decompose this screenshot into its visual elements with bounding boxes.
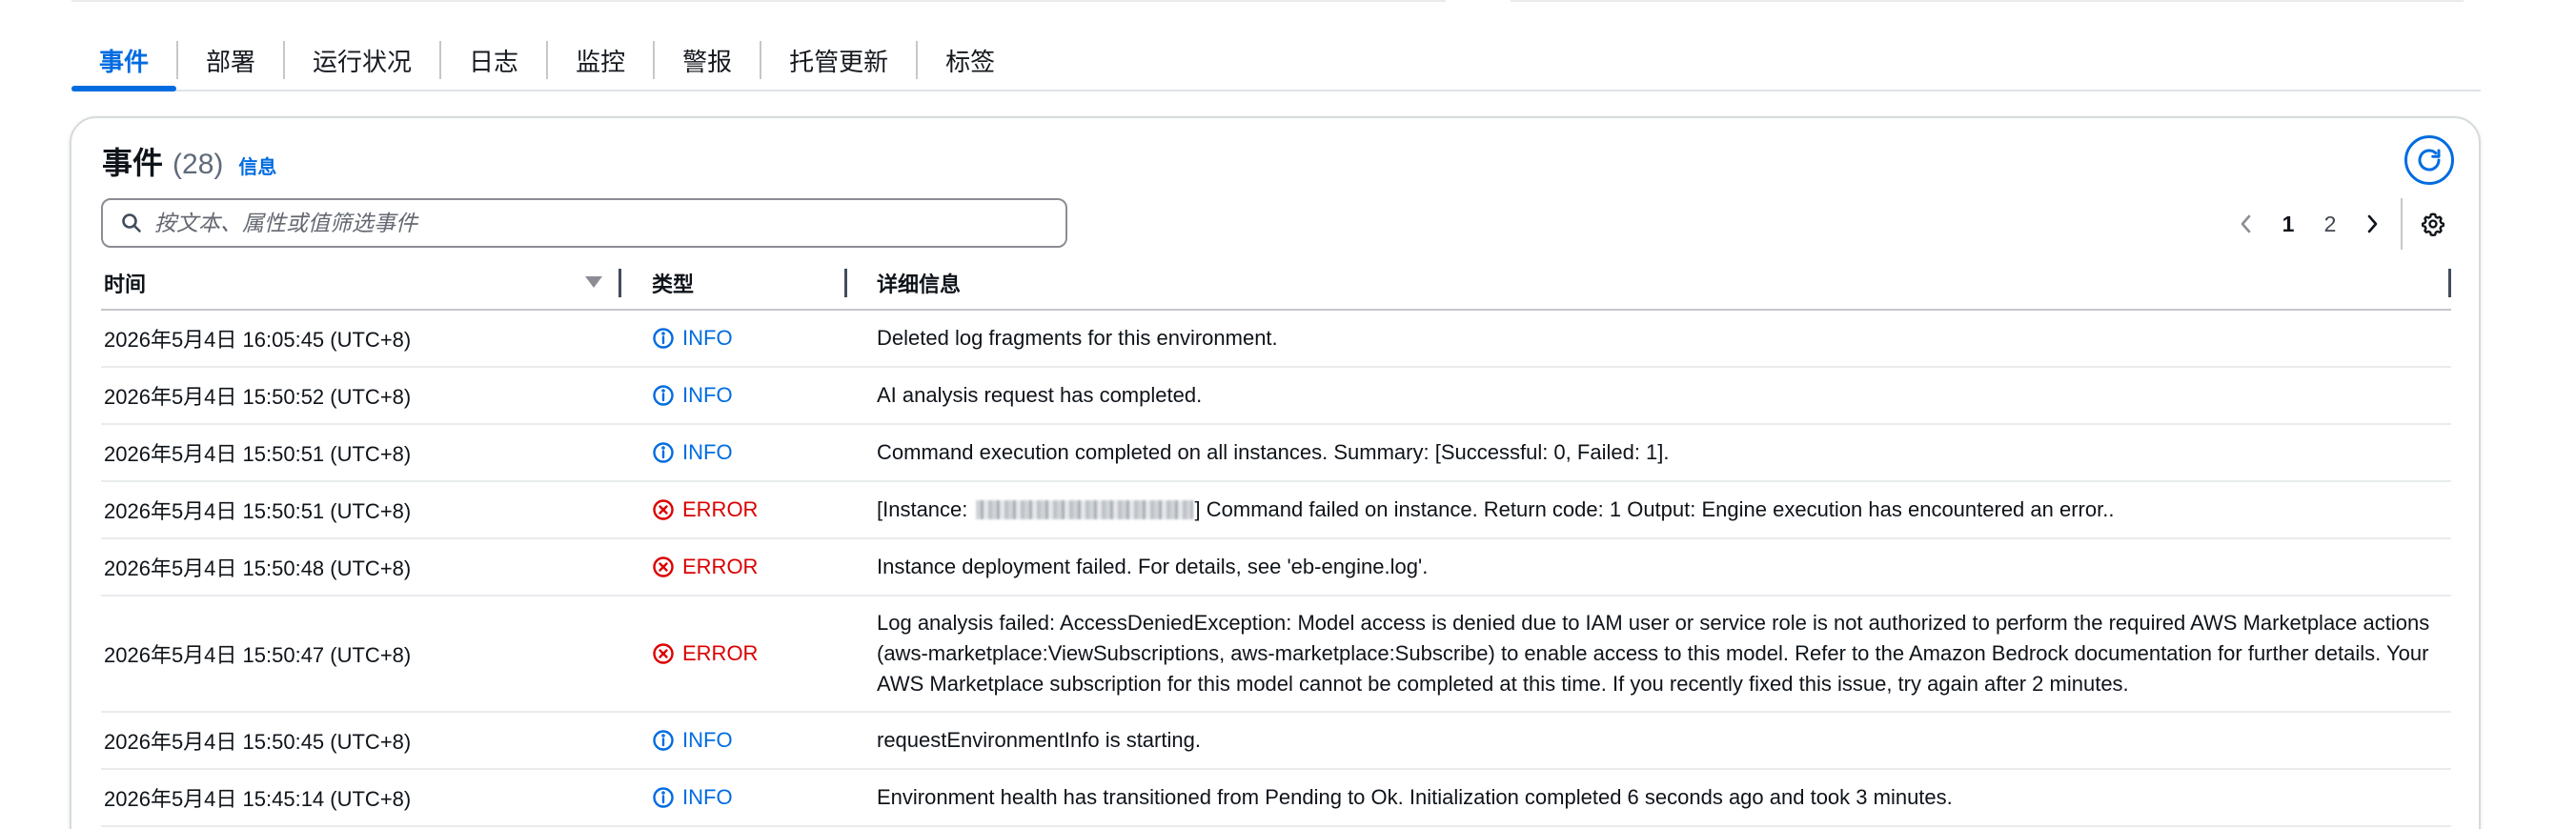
event-time: 2026年5月4日 15:50:48 (UTC+8): [104, 556, 412, 580]
event-type: INFO: [652, 770, 733, 825]
table-row: 2026年5月4日 16:05:45 (UTC+8) INFO Deleted …: [101, 311, 2451, 368]
event-type-label: INFO: [682, 785, 733, 809]
event-time: 2026年5月4日 15:50:51 (UTC+8): [104, 499, 412, 523]
refresh-button[interactable]: [2404, 135, 2454, 185]
pagination: 1 2: [2225, 198, 2454, 250]
chevron-left-icon: [2241, 214, 2251, 233]
event-time: 2026年5月4日 15:50:51 (UTC+8): [104, 442, 412, 466]
table-row: 2026年5月4日 15:50:51 (UTC+8) INFO Command …: [101, 425, 2451, 482]
event-detail: [Instance: ] Command failed on instance.…: [877, 482, 2440, 537]
table-row: 2026年5月4日 15:50:48 (UTC+8) ERROR Instanc…: [101, 539, 2451, 596]
event-detail: requestEnvironmentInfo is starting.: [877, 728, 1201, 752]
tab-deployments[interactable]: 部署: [178, 30, 283, 90]
previous-page-button[interactable]: [2225, 203, 2267, 245]
event-type-label: INFO: [682, 383, 733, 407]
event-detail: Deleted log fragments for this environme…: [877, 326, 1278, 350]
table-row: 2026年5月4日 15:45:14 (UTC+8) INFO Environm…: [101, 770, 2451, 827]
table-row: 2026年5月4日 15:50:52 (UTC+8) INFO AI analy…: [101, 368, 2451, 425]
event-time: 2026年5月4日 15:45:14 (UTC+8): [104, 787, 412, 811]
pagination-divider: [2401, 198, 2403, 250]
tab-events[interactable]: 事件: [71, 30, 177, 91]
info-link[interactable]: 信息: [238, 152, 276, 179]
settings-button[interactable]: [2412, 203, 2454, 245]
info-circle-icon: [653, 730, 674, 751]
table-header: 时间 类型 详细信息: [101, 257, 2451, 311]
table-row: 2026年5月4日 15:50:51 (UTC+8) ERROR [Instan…: [101, 482, 2451, 539]
table-row: 2026年5月4日 15:50:45 (UTC+8) INFO requestE…: [101, 713, 2451, 770]
gear-icon: [2421, 212, 2445, 236]
column-resizer[interactable]: [619, 269, 621, 297]
error-circle-x-icon: [653, 556, 674, 577]
next-page-button[interactable]: [2351, 203, 2393, 245]
tab-bar: 事件 部署 运行状况 日志 监控 警报 托管更新 标签: [71, 30, 2481, 91]
redacted-instance-id: [975, 500, 1193, 519]
info-circle-icon: [653, 385, 674, 406]
column-resizer[interactable]: [2448, 269, 2451, 297]
event-type-label: INFO: [682, 326, 733, 350]
sort-caret-icon[interactable]: [585, 276, 602, 288]
info-circle-icon: [653, 442, 674, 463]
top-divider-right: [1511, 0, 2464, 2]
page-1-button[interactable]: 1: [2267, 203, 2309, 245]
event-type: INFO: [652, 713, 733, 768]
event-type: ERROR: [652, 539, 758, 595]
top-divider-left: [71, 0, 1446, 2]
events-table: 时间 类型 详细信息 2026年5月4日 16:05:45 (UTC+8) IN…: [101, 257, 2451, 827]
event-type: ERROR: [652, 482, 758, 537]
column-resizer[interactable]: [844, 269, 847, 297]
search-input[interactable]: [154, 210, 1031, 236]
event-type: INFO: [652, 311, 733, 366]
column-header-type[interactable]: 类型: [652, 257, 694, 309]
event-type: INFO: [652, 425, 733, 480]
error-circle-x-icon: [653, 643, 674, 664]
event-type: INFO: [652, 368, 733, 423]
event-time: 2026年5月4日 15:50:45 (UTC+8): [104, 730, 412, 754]
event-detail: Environment health has transitioned from…: [877, 785, 1953, 809]
event-detail: Command execution completed on all insta…: [877, 440, 1670, 464]
event-count: (28): [172, 149, 224, 180]
panel-title: 事件: [102, 146, 164, 180]
event-time: 2026年5月4日 16:05:45 (UTC+8): [104, 328, 412, 352]
table-row: 2026年5月4日 15:50:47 (UTC+8) ERROR Log ana…: [101, 596, 2451, 713]
tab-alarms[interactable]: 警报: [655, 30, 760, 90]
tab-monitoring[interactable]: 监控: [548, 30, 653, 90]
column-header-detail[interactable]: 详细信息: [877, 257, 961, 309]
chevron-right-icon: [2367, 214, 2378, 233]
column-header-time[interactable]: 时间: [104, 257, 146, 309]
events-panel: 事件 (28) 信息 1 2: [70, 116, 2481, 829]
tab-managed-updates[interactable]: 托管更新: [761, 30, 916, 90]
tab-health[interactable]: 运行状况: [285, 30, 439, 90]
tab-tags[interactable]: 标签: [918, 30, 1023, 90]
panel-header: 事件 (28) 信息: [102, 139, 276, 183]
event-detail: AI analysis request has completed.: [877, 383, 1203, 407]
page-2-button[interactable]: 2: [2309, 203, 2351, 245]
event-detail: Log analysis failed: AccessDeniedExcepti…: [877, 611, 2430, 696]
search-field[interactable]: [101, 198, 1067, 248]
event-type-label: ERROR: [682, 497, 759, 521]
event-type-label: INFO: [682, 440, 733, 464]
refresh-icon: [2418, 149, 2441, 172]
error-circle-x-icon: [653, 499, 674, 520]
event-type-label: ERROR: [682, 555, 759, 578]
search-icon: [122, 213, 141, 233]
info-circle-icon: [653, 328, 674, 349]
event-type: ERROR: [652, 596, 758, 711]
event-detail-prefix: [Instance:: [877, 497, 974, 521]
event-time: 2026年5月4日 15:50:52 (UTC+8): [104, 385, 412, 409]
event-detail: Instance deployment failed. For details,…: [877, 555, 1429, 578]
info-circle-icon: [653, 787, 674, 808]
event-detail-suffix: ] Command failed on instance. Return cod…: [1194, 497, 2115, 521]
event-type-label: INFO: [682, 728, 733, 752]
tab-logs[interactable]: 日志: [441, 30, 546, 90]
event-time: 2026年5月4日 15:50:47 (UTC+8): [104, 643, 412, 667]
event-type-label: ERROR: [682, 641, 759, 665]
